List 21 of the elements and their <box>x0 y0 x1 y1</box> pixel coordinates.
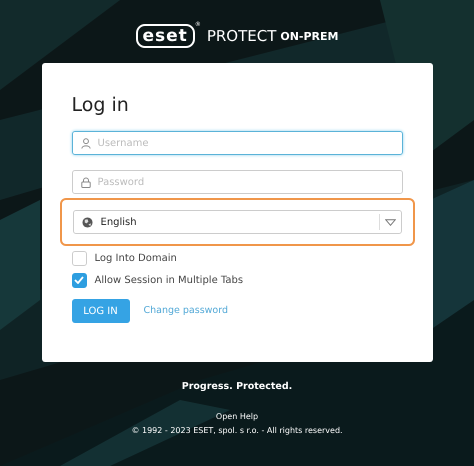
login-title: Log in <box>72 93 130 117</box>
checkbox-label: Allow Session in Multiple Tabs <box>94 274 244 288</box>
language-value: English <box>100 216 138 230</box>
help-link[interactable]: Open Help <box>216 411 258 424</box>
tagline: Progress. Protected. <box>182 380 292 394</box>
globe-icon <box>82 216 92 228</box>
logo-text: eset <box>136 24 195 48</box>
password-input[interactable]: Password <box>98 174 378 190</box>
lock-icon <box>80 176 90 188</box>
language-dropdown[interactable]: English <box>72 210 402 234</box>
username-field[interactable]: Username <box>72 131 402 155</box>
checkbox[interactable] <box>72 272 86 288</box>
product-edition: ON-PREM <box>280 29 338 46</box>
product-name: PROTECT <box>206 26 276 47</box>
password-field[interactable]: Password <box>72 170 402 194</box>
user-icon <box>80 138 90 148</box>
checkbox-label: Log Into Domain <box>94 252 177 266</box>
checkbox[interactable] <box>72 250 86 266</box>
username-input[interactable]: Username <box>98 136 378 150</box>
caret-icon <box>384 218 396 226</box>
copyright-text: © 1992 - 2023 ESET, spol. s r.o. - All rights reserved. <box>131 425 343 438</box>
